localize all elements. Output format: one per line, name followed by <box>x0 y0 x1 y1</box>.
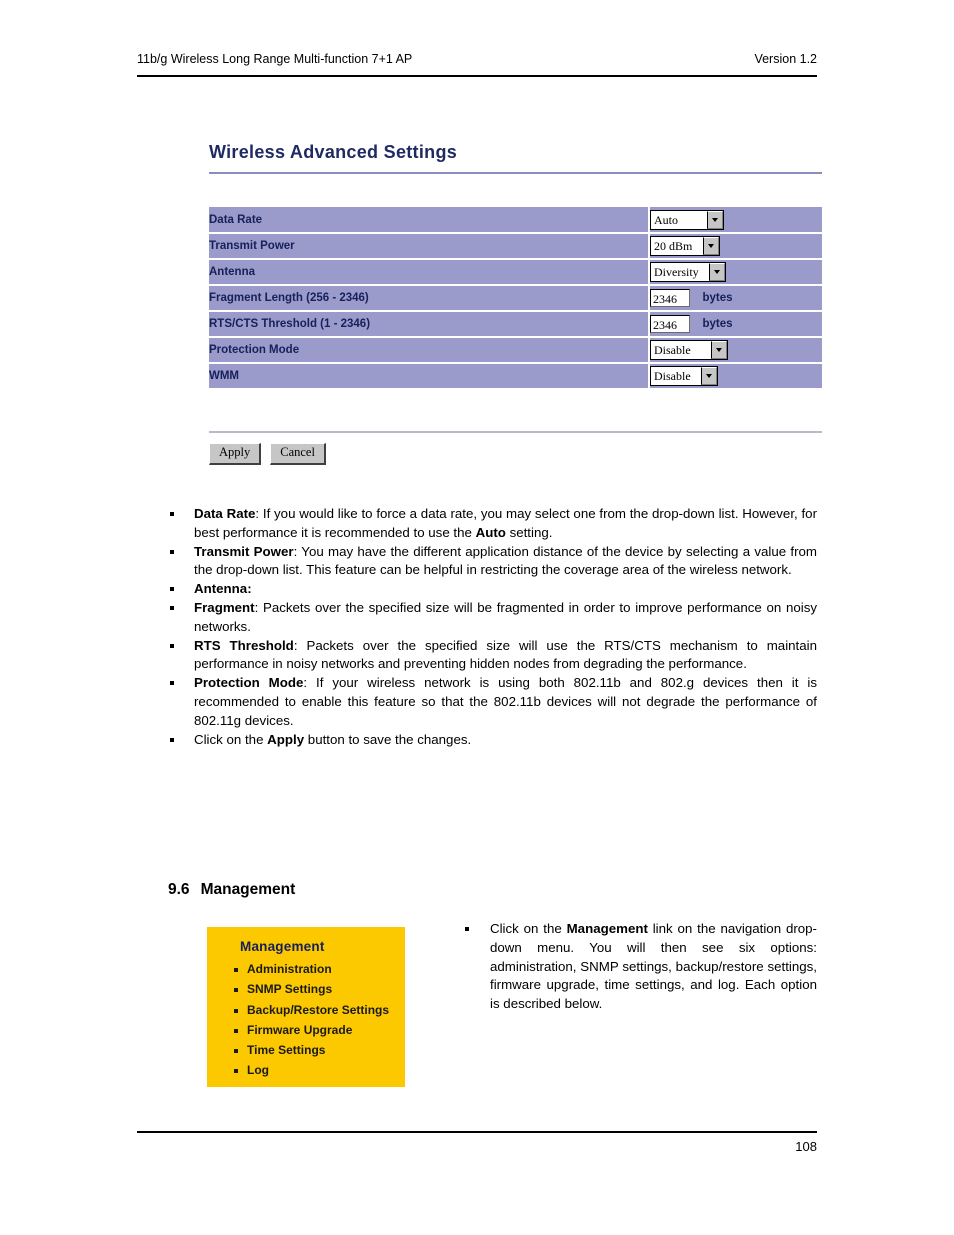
table-row: Antenna Diversity <box>209 259 822 286</box>
bullet-text-after: button to save the changes. <box>304 731 472 747</box>
chevron-down-icon[interactable] <box>701 367 717 385</box>
list-item: Click on the Management link on the navi… <box>457 920 817 1014</box>
bullet-term: RTS Threshold <box>194 637 294 653</box>
bullet-term: Fragment <box>194 599 255 615</box>
header-version: Version 1.2 <box>754 52 817 66</box>
bullet-emphasis: Management <box>566 921 648 936</box>
wmm-select[interactable]: Disable <box>650 366 718 386</box>
data-rate-select[interactable]: Auto <box>650 209 724 230</box>
cancel-button[interactable]: Cancel <box>270 443 326 465</box>
panel-actions: Apply Cancel <box>209 443 822 465</box>
list-item: Data Rate: If you would like to force a … <box>168 505 817 543</box>
list-item: Fragment: Packets over the specified siz… <box>168 599 817 637</box>
settings-table: Data Rate Auto Transmit Power 20 dBm Ant… <box>209 207 822 390</box>
management-menu-list: Administration SNMP Settings Backup/Rest… <box>207 959 405 1081</box>
chevron-down-icon[interactable] <box>711 341 727 359</box>
bullet-text-after: setting. <box>505 524 553 540</box>
table-row: RTS/CTS Threshold (1 - 2346) 2346 bytes <box>209 311 822 338</box>
sidebar-item-firmware-upgrade[interactable]: Firmware Upgrade <box>233 1020 405 1040</box>
list-item: Transmit Power: You may have the differe… <box>168 543 817 581</box>
setting-label-antenna: Antenna <box>209 259 650 286</box>
setting-label-transmit-power: Transmit Power <box>209 233 650 260</box>
bullet-term: Data Rate <box>194 506 256 521</box>
antenna-select-value: Diversity <box>654 265 699 279</box>
bullet-emphasis: Auto <box>475 524 506 540</box>
setting-value-antenna: Diversity <box>649 259 822 286</box>
page-running-header: 11b/g Wireless Long Range Multi-function… <box>137 52 817 66</box>
section-number: 9.6 <box>168 881 190 898</box>
apply-button[interactable]: Apply <box>209 443 262 465</box>
actions-divider <box>209 431 822 433</box>
bullet-text: : Packets over the specified size will b… <box>194 599 817 634</box>
protection-mode-select[interactable]: Disable <box>650 340 728 360</box>
rts-cts-threshold-unit: bytes <box>702 317 733 330</box>
management-description: Click on the Management link on the navi… <box>457 920 817 1014</box>
management-menu-title: Management <box>240 939 325 954</box>
sidebar-item-backup-restore-settings[interactable]: Backup/Restore Settings <box>233 1000 405 1020</box>
setting-label-data-rate: Data Rate <box>209 207 650 234</box>
setting-label-protection-mode: Protection Mode <box>209 337 650 364</box>
sidebar-item-log[interactable]: Log <box>233 1060 405 1080</box>
page-title: 9.6 Management <box>168 881 295 899</box>
transmit-power-select[interactable]: 20 dBm <box>650 236 720 256</box>
table-row: Fragment Length (256 - 2346) 2346 bytes <box>209 285 822 312</box>
list-item: Antenna: <box>168 580 817 599</box>
setting-value-rts-cts-threshold: 2346 bytes <box>649 311 822 338</box>
chevron-down-icon[interactable] <box>709 263 725 281</box>
bullet-lead: Click on the <box>194 731 268 747</box>
sidebar-item-time-settings[interactable]: Time Settings <box>233 1040 405 1060</box>
setting-value-transmit-power: 20 dBm <box>649 233 822 260</box>
setting-value-fragment-length: 2346 bytes <box>649 285 822 312</box>
bullet-emphasis: Apply <box>267 731 305 747</box>
table-row: WMM Disable <box>209 363 822 390</box>
header-divider <box>137 75 817 77</box>
sidebar-item-administration[interactable]: Administration <box>233 959 405 979</box>
management-menu-screenshot: Management Administration SNMP Settings … <box>207 927 405 1087</box>
setting-label-wmm: WMM <box>209 363 650 390</box>
bullet-term: Antenna: <box>194 581 252 597</box>
panel-title-divider <box>209 172 822 174</box>
setting-value-wmm: Disable <box>649 363 822 390</box>
fragment-length-unit: bytes <box>702 291 733 304</box>
chevron-down-icon[interactable] <box>703 237 719 255</box>
sidebar-item-snmp-settings[interactable]: SNMP Settings <box>233 979 405 999</box>
data-rate-select-value: Auto <box>654 212 678 227</box>
rts-cts-threshold-input[interactable]: 2346 <box>650 314 690 333</box>
table-row: Transmit Power 20 dBm <box>209 233 822 260</box>
setting-value-protection-mode: Disable <box>649 337 822 364</box>
wireless-advanced-settings-panel: Wireless Advanced Settings Data Rate Aut… <box>209 142 822 465</box>
bullet-lead: Click on the <box>490 921 567 936</box>
setting-label-fragment-length: Fragment Length (256 - 2346) <box>209 285 650 312</box>
bullet-term: Protection Mode <box>194 675 304 691</box>
footer-divider <box>137 1131 817 1133</box>
list-item: RTS Threshold: Packets over the specifie… <box>168 637 817 675</box>
table-row: Data Rate Auto <box>209 207 822 234</box>
bullet-term: Transmit Power <box>194 543 294 559</box>
list-item: Protection Mode: If your wireless networ… <box>168 674 817 730</box>
list-item: Click on the Apply button to save the ch… <box>168 731 817 750</box>
setting-label-rts-cts-threshold: RTS/CTS Threshold (1 - 2346) <box>209 311 650 338</box>
panel-title: Wireless Advanced Settings <box>209 142 458 162</box>
antenna-select[interactable]: Diversity <box>650 262 726 282</box>
transmit-power-select-value: 20 dBm <box>654 239 693 253</box>
header-document-title: 11b/g Wireless Long Range Multi-function… <box>137 52 413 66</box>
settings-description-list: Data Rate: If you would like to force a … <box>168 505 817 749</box>
fragment-length-input[interactable]: 2346 <box>650 288 690 307</box>
section-title: Management <box>200 881 296 898</box>
page-number: 108 <box>795 1139 817 1154</box>
wmm-select-value: Disable <box>654 369 691 383</box>
table-row: Protection Mode Disable <box>209 337 822 364</box>
protection-mode-select-value: Disable <box>654 343 691 357</box>
setting-value-data-rate: Auto <box>649 207 822 234</box>
chevron-down-icon[interactable] <box>707 210 723 229</box>
